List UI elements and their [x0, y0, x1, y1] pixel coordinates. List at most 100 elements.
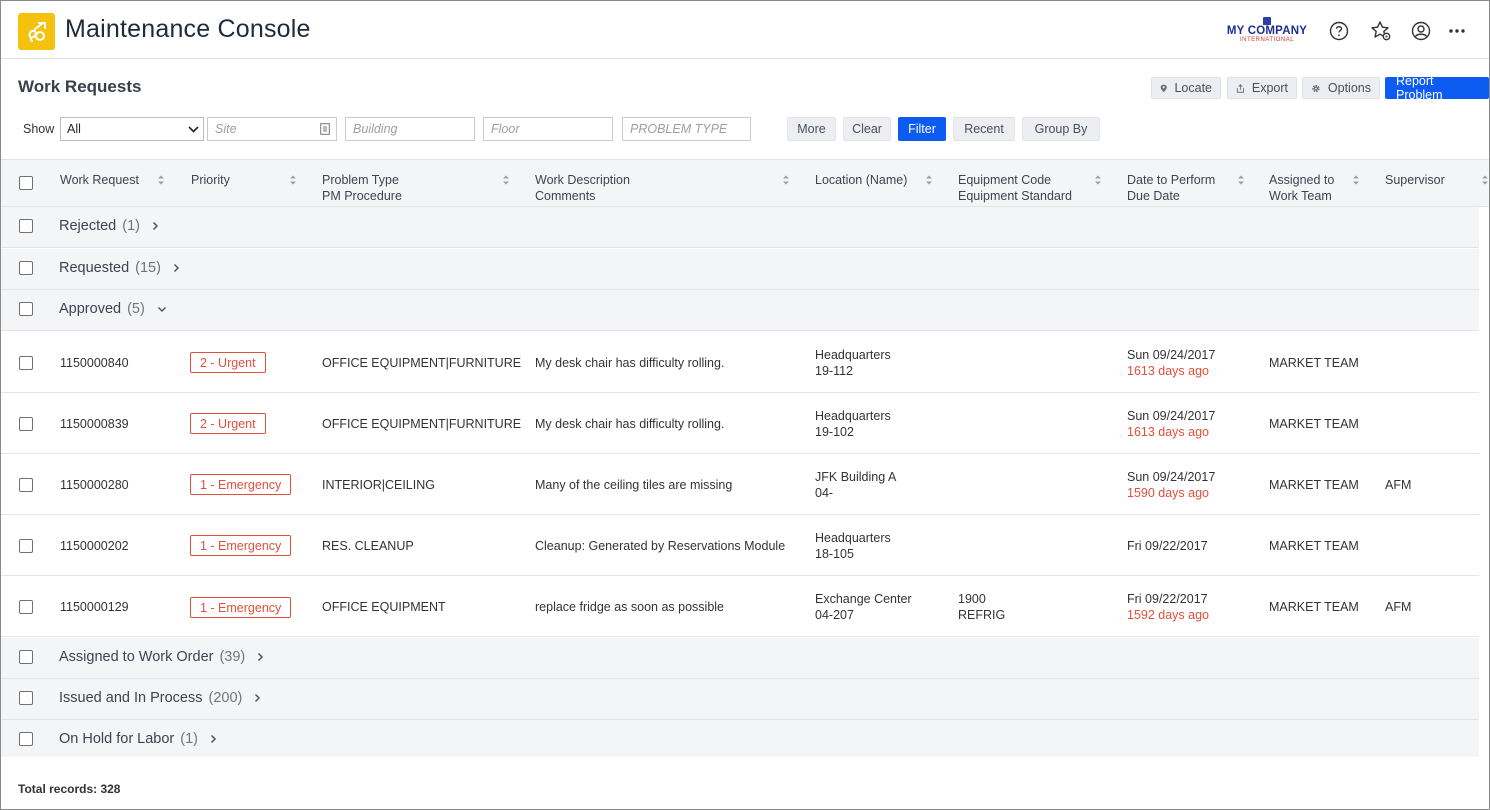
show-select[interactable]: All [60, 117, 204, 141]
user-profile-icon[interactable] [1410, 20, 1432, 42]
col-work-request[interactable]: Work Request [60, 172, 139, 188]
options-button[interactable]: Options [1302, 77, 1380, 99]
sort-icon[interactable] [502, 174, 510, 186]
problem-type: RES. CLEANUP [322, 539, 414, 553]
sort-icon[interactable] [1481, 174, 1489, 186]
sort-icon[interactable] [925, 174, 933, 186]
sort-icon[interactable] [1094, 174, 1102, 186]
sort-icon[interactable] [289, 174, 297, 186]
site-placeholder: Site [215, 122, 237, 136]
group-checkbox[interactable] [19, 261, 33, 275]
priority-badge: 2 - Urgent [190, 413, 266, 434]
group-label[interactable]: Requested (15) [59, 260, 180, 276]
group-checkbox[interactable] [19, 219, 33, 233]
work-description: My desk chair has difficulty rolling. [535, 356, 725, 370]
priority-badge: 2 - Urgent [190, 352, 266, 373]
table-row[interactable]: 1150000840 2 - Urgent OFFICE EQUIPMENT|F… [1, 332, 1479, 393]
row-checkbox[interactable] [19, 600, 33, 614]
row-checkbox[interactable] [19, 539, 33, 553]
chevron-down-icon[interactable] [157, 306, 167, 313]
chevron-right-icon[interactable] [257, 652, 264, 662]
help-icon[interactable] [1328, 20, 1350, 42]
sort-icon[interactable] [157, 174, 165, 186]
work-team: MARKET TEAM [1269, 539, 1359, 553]
group-checkbox[interactable] [19, 732, 33, 746]
group-checkbox[interactable] [19, 650, 33, 664]
group-approved[interactable]: Approved (5) [1, 290, 1479, 331]
chevron-right-icon[interactable] [152, 221, 159, 231]
table-row[interactable]: 1150000129 1 - Emergency OFFICE EQUIPMEN… [1, 576, 1479, 637]
table-row[interactable]: 1150000280 1 - Emergency INTERIOR|CEILIN… [1, 454, 1479, 515]
report-problem-label: Report Problem [1396, 74, 1443, 102]
work-request-id[interactable]: 1150000840 [60, 355, 129, 371]
group-requested[interactable]: Requested (15) [1, 249, 1479, 290]
filter-button[interactable]: Filter [898, 117, 946, 141]
export-button[interactable]: Export [1227, 77, 1297, 99]
col-work-description[interactable]: Work Description Comments [535, 172, 630, 204]
sort-icon[interactable] [782, 174, 790, 186]
map-pin-icon [1160, 84, 1167, 92]
equipment: 1900 REFRIG [958, 592, 1006, 622]
date-to-perform: Fri 09/22/2017 [1127, 539, 1208, 553]
select-value-icon[interactable] [320, 123, 330, 135]
chevron-right-icon[interactable] [254, 693, 261, 703]
col-date-to-perform[interactable]: Date to Perform Due Date [1127, 172, 1215, 204]
chevron-right-icon[interactable] [210, 734, 217, 744]
group-label[interactable]: On Hold for Labor (1) [59, 731, 217, 747]
date-to-perform: Sun 09/24/2017 1613 days ago [1127, 409, 1216, 439]
building-placeholder: Building [353, 122, 398, 136]
priority-badge: 1 - Emergency [190, 535, 292, 556]
row-checkbox[interactable] [19, 417, 33, 431]
recent-button[interactable]: Recent [953, 117, 1015, 141]
col-supervisor[interactable]: Supervisor [1385, 172, 1445, 188]
more-icon[interactable] [1446, 20, 1468, 42]
app-logo[interactable] [18, 13, 55, 50]
col-location[interactable]: Location (Name) [815, 172, 907, 188]
group-checkbox[interactable] [19, 302, 33, 316]
group-label[interactable]: Assigned to Work Order (39) [59, 649, 264, 665]
chevron-right-icon[interactable] [173, 263, 180, 273]
more-button[interactable]: More [787, 117, 836, 141]
work-description: replace fridge as soon as possible [535, 600, 725, 614]
col-assigned-to[interactable]: Assigned to Work Team [1269, 172, 1334, 204]
col-priority[interactable]: Priority [191, 172, 230, 188]
group-label[interactable]: Approved (5) [59, 301, 167, 317]
table-row[interactable]: 1150000202 1 - Emergency RES. CLEANUP Cl… [1, 515, 1479, 576]
date-to-perform: Sun 09/24/2017 1590 days ago [1127, 470, 1216, 500]
chevron-down-icon [188, 125, 199, 133]
col-problem-type[interactable]: Problem Type PM Procedure [322, 172, 402, 204]
report-problem-button[interactable]: Report Problem [1385, 74, 1489, 102]
work-request-id[interactable]: 1150000280 [60, 477, 129, 493]
group-rejected[interactable]: Rejected (1) [1, 207, 1479, 248]
work-request-id[interactable]: 1150000129 [60, 599, 129, 615]
group-on-hold-for-labor[interactable]: On Hold for Labor (1) [1, 720, 1479, 757]
location: JFK Building A 04- [815, 470, 897, 500]
work-request-id[interactable]: 1150000839 [60, 416, 129, 432]
group-assigned-to-work-order[interactable]: Assigned to Work Order (39) [1, 638, 1479, 679]
row-checkbox[interactable] [19, 356, 33, 370]
floor-placeholder: Floor [491, 122, 520, 136]
select-all-checkbox[interactable] [19, 176, 33, 190]
col-equipment[interactable]: Equipment Code Equipment Standard [958, 172, 1072, 204]
work-team: MARKET TEAM [1269, 356, 1359, 370]
floor-input[interactable]: Floor [483, 117, 613, 141]
group-checkbox[interactable] [19, 691, 33, 705]
table-row[interactable]: 1150000839 2 - Urgent OFFICE EQUIPMENT|F… [1, 393, 1479, 454]
clear-button[interactable]: Clear [843, 117, 891, 141]
site-input[interactable]: Site [207, 117, 337, 141]
row-checkbox[interactable] [19, 478, 33, 492]
problem-type-input[interactable]: PROBLEM TYPE [622, 117, 751, 141]
locate-label: Locate [1174, 81, 1212, 95]
locate-button[interactable]: Locate [1151, 77, 1221, 99]
problem-type-placeholder: PROBLEM TYPE [630, 122, 728, 136]
group-issued-in-process[interactable]: Issued and In Process (200) [1, 679, 1479, 720]
sort-icon[interactable] [1352, 174, 1360, 186]
group-by-button[interactable]: Group By [1022, 117, 1100, 141]
favorites-star-icon[interactable] [1370, 20, 1392, 42]
group-label[interactable]: Rejected (1) [59, 218, 159, 234]
sort-icon[interactable] [1237, 174, 1245, 186]
building-input[interactable]: Building [345, 117, 475, 141]
work-request-id[interactable]: 1150000202 [60, 538, 129, 554]
app-window: Maintenance Console MY COMPANY INTERNATI… [0, 0, 1490, 810]
group-label[interactable]: Issued and In Process (200) [59, 690, 261, 706]
